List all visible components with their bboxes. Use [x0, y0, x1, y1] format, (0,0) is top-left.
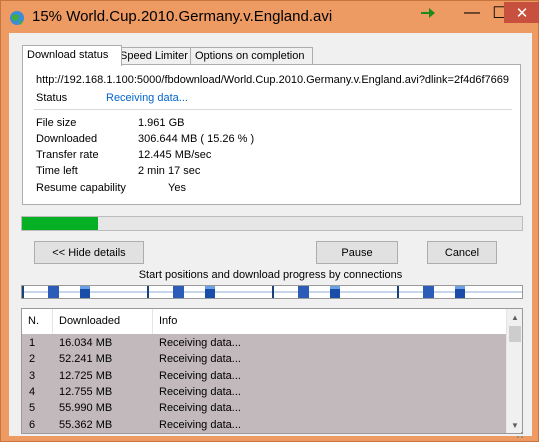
divider — [34, 109, 512, 110]
row-number: 1 — [29, 337, 36, 349]
row-number: 5 — [29, 402, 36, 415]
download-window: 15% World.Cup.2010.Germany.v.England.avi… — [0, 0, 539, 442]
connections-caption: Start positions and download progress by… — [138, 269, 403, 281]
row-number: 4 — [29, 385, 36, 398]
table-row[interactable]: 1 16.034 MB Receiving data... — [22, 336, 506, 352]
row-info: Receiving data... — [159, 337, 241, 349]
title-bar[interactable]: 15% World.Cup.2010.Germany.v.England.avi… — [1, 1, 539, 33]
connection-progress-block — [330, 286, 340, 298]
table-body: 1 16.034 MB Receiving data... 2 52.241 MB Rec… — [22, 334, 506, 434]
tab-download-status[interactable]: Download status — [22, 45, 122, 66]
row-info: Receiving data... — [159, 353, 241, 366]
green-arrow-icon[interactable] — [415, 1, 441, 25]
row-info: Receiving data... — [159, 369, 241, 382]
row-downloaded: 12.725 MB — [59, 369, 113, 382]
row-downloaded: 16.034 MB — [59, 337, 113, 349]
table-row[interactable]: 3 12.725 MB Receiving data... — [22, 369, 506, 385]
connection-progress-block — [298, 286, 309, 298]
window-title: 15% World.Cup.2010.Germany.v.England.avi — [32, 8, 333, 25]
column-header-info[interactable]: Info — [153, 309, 506, 334]
row-number: 2 — [29, 353, 36, 366]
tab-speed-limiter[interactable]: Speed Limiter — [115, 47, 194, 65]
client-area: Download status Speed Limiter Options on… — [9, 33, 532, 436]
close-button[interactable]: ✕ — [504, 2, 539, 23]
tab-options-on-completion[interactable]: Options on completion — [190, 47, 313, 65]
scroll-up-icon[interactable]: ▲ — [507, 309, 522, 325]
table-row[interactable]: 6 55.362 MB Receiving data... — [22, 418, 506, 434]
hide-details-button[interactable]: << Hide details — [34, 241, 144, 264]
scroll-thumb[interactable] — [509, 326, 521, 342]
table-row[interactable]: 5 55.990 MB Receiving data... — [22, 401, 506, 417]
connection-progress-block — [48, 286, 59, 298]
overall-progress-bar — [21, 216, 523, 231]
progress-fill — [22, 217, 99, 230]
downloaded-label: Downloaded — [36, 133, 98, 145]
row-info: Receiving data... — [159, 418, 241, 431]
row-number: 6 — [29, 418, 36, 431]
row-info: Receiving data... — [159, 402, 241, 415]
connection-progress-block — [423, 286, 434, 298]
column-header-number[interactable]: N. — [22, 309, 53, 334]
connections-table[interactable]: N. Downloaded Info 1 16.034 MB Receiving d… — [21, 308, 523, 434]
transfer-rate-value: 12.445 MB/sec — [138, 149, 212, 161]
connection-start-marker — [272, 286, 274, 298]
connection-start-marker — [147, 286, 149, 298]
table-row[interactable]: 2 52.241 MB Receiving data... — [22, 352, 506, 368]
minimize-button[interactable]: — — [458, 1, 486, 25]
table-header: N. Downloaded Info — [22, 309, 506, 335]
table-row[interactable]: 4 12.755 MB Receiving data... — [22, 385, 506, 401]
resize-grip-icon[interactable] — [514, 429, 524, 439]
time-left-label: Time left — [36, 165, 78, 177]
column-header-downloaded[interactable]: Downloaded — [53, 309, 153, 334]
pause-button[interactable]: Pause — [316, 241, 398, 264]
row-downloaded: 55.362 MB — [59, 418, 113, 431]
connections-progress-bar — [21, 285, 523, 299]
row-info: Receiving data... — [159, 385, 241, 398]
file-size-value: 1.961 GB — [138, 117, 185, 129]
connection-start-marker — [22, 286, 24, 298]
download-status-panel: http://192.168.1.100:5000/fbdownload/Wor… — [22, 64, 521, 205]
connection-progress-block — [173, 286, 184, 298]
connection-progress-block — [80, 286, 90, 298]
table-scrollbar[interactable]: ▲ ▼ — [506, 309, 522, 433]
connection-progress-block — [455, 286, 465, 298]
row-number: 3 — [29, 369, 36, 382]
row-downloaded: 55.990 MB — [59, 402, 113, 415]
status-value: Receiving data... — [106, 92, 188, 104]
row-downloaded: 52.241 MB — [59, 353, 113, 366]
app-globe-icon — [10, 11, 24, 25]
resume-capability-value: Yes — [168, 182, 186, 194]
resume-capability-label: Resume capability — [36, 182, 126, 194]
downloaded-value: 306.644 MB ( 15.26 % ) — [138, 133, 255, 145]
connection-progress-block — [205, 286, 215, 298]
time-left-value: 2 min 17 sec — [138, 165, 201, 177]
download-url: http://192.168.1.100:5000/fbdownload/Wor… — [36, 74, 510, 86]
connection-start-marker — [397, 286, 399, 298]
transfer-rate-label: Transfer rate — [36, 149, 99, 161]
file-size-label: File size — [36, 117, 77, 129]
status-label: Status — [36, 92, 68, 104]
cancel-button[interactable]: Cancel — [427, 241, 497, 264]
row-downloaded: 12.755 MB — [59, 385, 113, 398]
